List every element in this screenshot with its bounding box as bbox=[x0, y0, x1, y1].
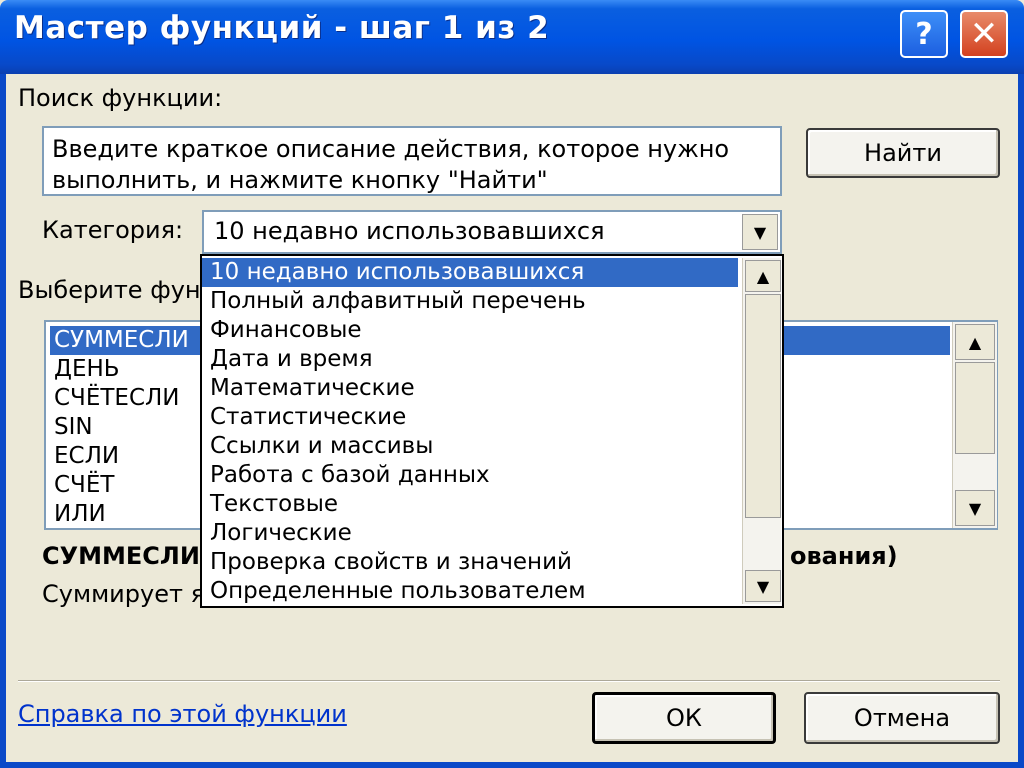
function-item[interactable]: ИЛИ bbox=[54, 500, 106, 528]
function-list-label: Выберите фун bbox=[18, 276, 201, 304]
scroll-up-button[interactable]: ▲ bbox=[955, 324, 995, 360]
dropdown-scroll-up-button[interactable]: ▲ bbox=[745, 260, 781, 292]
category-option[interactable]: Текстовые bbox=[202, 490, 738, 519]
category-dropdown-list[interactable]: 10 недавно использовавшихся Полный алфав… bbox=[200, 254, 784, 608]
category-option[interactable]: Ссылки и массивы bbox=[202, 432, 738, 461]
window-title: Мастер функций - шаг 1 из 2 bbox=[14, 10, 550, 46]
category-option[interactable]: Статистические bbox=[202, 403, 738, 432]
dropdown-scroll-thumb[interactable] bbox=[745, 294, 781, 518]
close-button[interactable]: ✕ bbox=[960, 10, 1008, 58]
category-option[interactable]: Дата и время bbox=[202, 345, 738, 374]
dropdown-scrollbar[interactable]: ▲ ▼ bbox=[742, 258, 781, 604]
arrow-down-icon: ▼ bbox=[756, 576, 770, 596]
function-signature-start: СУММЕСЛИ bbox=[42, 542, 200, 570]
title-bar[interactable]: Мастер функций - шаг 1 из 2 ? ✕ bbox=[0, 0, 1024, 74]
scroll-down-button[interactable]: ▼ bbox=[955, 490, 995, 526]
function-list-scrollbar[interactable]: ▲ ▼ bbox=[952, 322, 997, 528]
category-option[interactable]: Полный алфавитный перечень bbox=[202, 287, 738, 316]
function-item[interactable]: SIN bbox=[54, 413, 93, 442]
category-dropdown-button[interactable]: ▼ bbox=[742, 214, 778, 250]
category-selected-value: 10 недавно использовавшихся bbox=[214, 217, 605, 245]
category-select[interactable]: 10 недавно использовавшихся ▼ bbox=[202, 210, 782, 254]
category-option[interactable]: Проверка свойств и значений bbox=[202, 548, 738, 577]
arrow-up-icon: ▲ bbox=[968, 332, 982, 352]
arrow-up-icon: ▲ bbox=[756, 266, 770, 286]
help-link[interactable]: Справка по этой функции bbox=[18, 700, 347, 728]
help-button[interactable]: ? bbox=[900, 10, 948, 58]
ok-button[interactable]: ОК bbox=[592, 692, 776, 744]
help-icon: ? bbox=[915, 16, 933, 52]
footer-divider bbox=[18, 680, 1000, 682]
window-frame-bottom bbox=[0, 762, 1024, 768]
category-option[interactable]: Определенные пользователем bbox=[202, 577, 738, 606]
category-option[interactable]: 10 недавно использовавшихся bbox=[202, 258, 738, 287]
find-button[interactable]: Найти bbox=[806, 128, 1000, 178]
dropdown-scroll-down-button[interactable]: ▼ bbox=[745, 570, 781, 602]
function-item[interactable]: СЧЁТЕСЛИ bbox=[54, 384, 180, 413]
function-signature-end: ования) bbox=[790, 542, 898, 570]
category-option[interactable]: Логические bbox=[202, 519, 738, 548]
arrow-down-icon: ▼ bbox=[968, 498, 982, 518]
category-option[interactable]: Финансовые bbox=[202, 316, 738, 345]
category-option[interactable]: Математические bbox=[202, 374, 738, 403]
cancel-button[interactable]: Отмена bbox=[804, 692, 1000, 744]
category-label: Категория: bbox=[42, 216, 184, 244]
window-frame-left bbox=[0, 74, 6, 768]
chevron-down-icon: ▼ bbox=[753, 222, 767, 242]
search-input[interactable]: Введите краткое описание действия, котор… bbox=[42, 126, 782, 196]
function-item[interactable]: ЕСЛИ bbox=[54, 442, 119, 471]
close-icon: ✕ bbox=[969, 14, 999, 54]
category-option[interactable]: Работа с базой данных bbox=[202, 461, 738, 490]
window-frame-right bbox=[1018, 74, 1024, 768]
scroll-thumb[interactable] bbox=[955, 362, 995, 454]
function-item[interactable]: ДЕНЬ bbox=[54, 355, 120, 384]
function-description: Суммирует я bbox=[42, 580, 206, 608]
search-label: Поиск функции: bbox=[18, 84, 223, 112]
function-item[interactable]: СЧЁТ bbox=[54, 471, 114, 500]
